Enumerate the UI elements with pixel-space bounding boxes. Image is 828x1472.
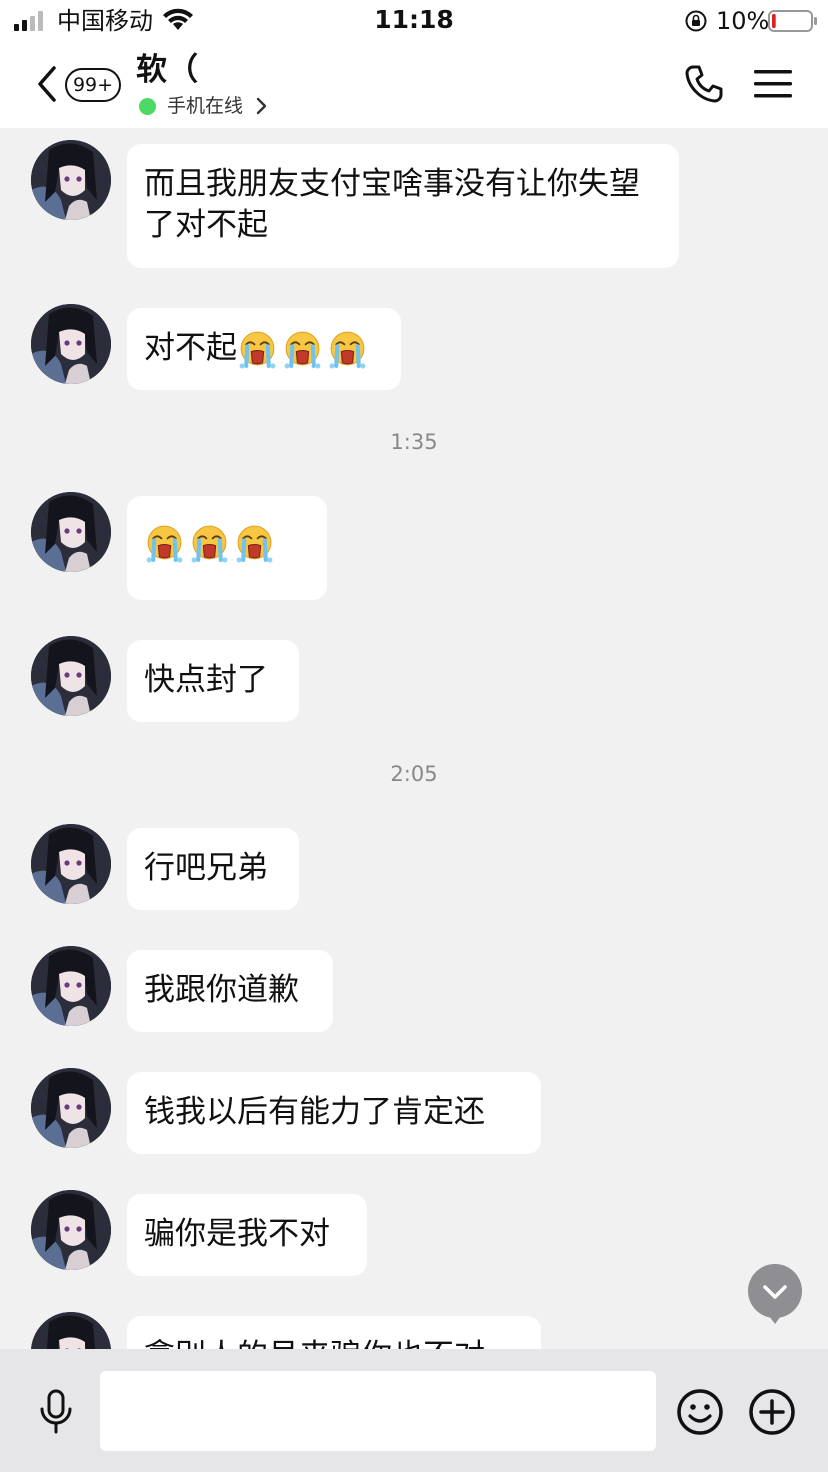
message-text: 钱我以后有能力了肯定还 xyxy=(144,1094,485,1130)
message-input[interactable] xyxy=(100,1371,656,1451)
avatar[interactable] xyxy=(31,140,111,220)
avatar[interactable] xyxy=(31,824,111,904)
message-bubble[interactable]: 骗你是我不对 xyxy=(127,1194,367,1276)
avatar[interactable] xyxy=(31,492,111,572)
crying-face-icon xyxy=(144,523,185,564)
phone-icon[interactable] xyxy=(684,64,724,104)
message-text: 拿别人的号来骗你也不对 xyxy=(144,1338,485,1349)
message-timestamp: 1:35 xyxy=(390,430,438,454)
online-status-text[interactable]: 手机在线 xyxy=(167,92,243,120)
emoji-icon[interactable] xyxy=(676,1388,724,1436)
chevron-right-icon[interactable] xyxy=(256,97,268,115)
message-list[interactable]: 而且我朋友支付宝啥事没有让你失望了对不起 对不起 1:35 快点封了 2:05 … xyxy=(0,128,828,1349)
input-bar xyxy=(0,1349,828,1472)
menu-icon[interactable] xyxy=(753,68,793,100)
message-bubble[interactable]: 钱我以后有能力了肯定还 xyxy=(127,1072,541,1154)
message-text: 行吧兄弟 xyxy=(144,850,268,886)
message-bubble[interactable]: 对不起 xyxy=(127,308,401,390)
battery-icon xyxy=(768,10,817,32)
message-text: 我跟你道歉 xyxy=(144,972,299,1008)
message-text: 快点封了 xyxy=(144,662,268,698)
online-status-dot xyxy=(139,98,156,115)
message-bubble[interactable]: 而且我朋友支付宝啥事没有让你失望了对不起 xyxy=(127,144,679,268)
message-timestamp: 2:05 xyxy=(390,762,438,786)
avatar[interactable] xyxy=(31,946,111,1026)
crying-face-icon xyxy=(327,329,368,370)
crying-face-icon xyxy=(237,329,278,370)
message-bubble[interactable] xyxy=(127,496,327,600)
message-bubble[interactable]: 快点封了 xyxy=(127,640,299,722)
message-bubble[interactable]: 我跟你道歉 xyxy=(127,950,333,1032)
unread-badge[interactable]: 99+ xyxy=(65,68,121,102)
avatar[interactable] xyxy=(31,1190,111,1270)
crying-face-icon xyxy=(282,329,323,370)
avatar[interactable] xyxy=(31,636,111,716)
chat-header: 99+ 软（ 手机在线 xyxy=(0,44,828,128)
message-bubble[interactable]: 行吧兄弟 xyxy=(127,828,299,910)
avatar[interactable] xyxy=(31,304,111,384)
crying-face-icon xyxy=(234,523,275,564)
status-bar: 中国移动 11:18 10% xyxy=(0,0,828,44)
avatar[interactable] xyxy=(31,1312,111,1349)
orientation-lock-icon xyxy=(685,10,707,32)
message-text: 对不起 xyxy=(144,330,237,366)
plus-icon[interactable] xyxy=(748,1388,796,1436)
message-text: 而且我朋友支付宝啥事没有让你失望了对不起 xyxy=(144,166,640,243)
contact-name[interactable]: 软（ xyxy=(136,50,198,90)
crying-face-icon xyxy=(189,523,230,564)
message-bubble[interactable]: 拿别人的号来骗你也不对 xyxy=(127,1316,541,1349)
message-text: 骗你是我不对 xyxy=(144,1216,330,1252)
scroll-down-icon[interactable] xyxy=(748,1264,802,1324)
avatar[interactable] xyxy=(31,1068,111,1148)
battery-percentage: 10% xyxy=(716,7,770,35)
back-icon[interactable] xyxy=(34,64,60,104)
microphone-icon[interactable] xyxy=(36,1389,76,1435)
